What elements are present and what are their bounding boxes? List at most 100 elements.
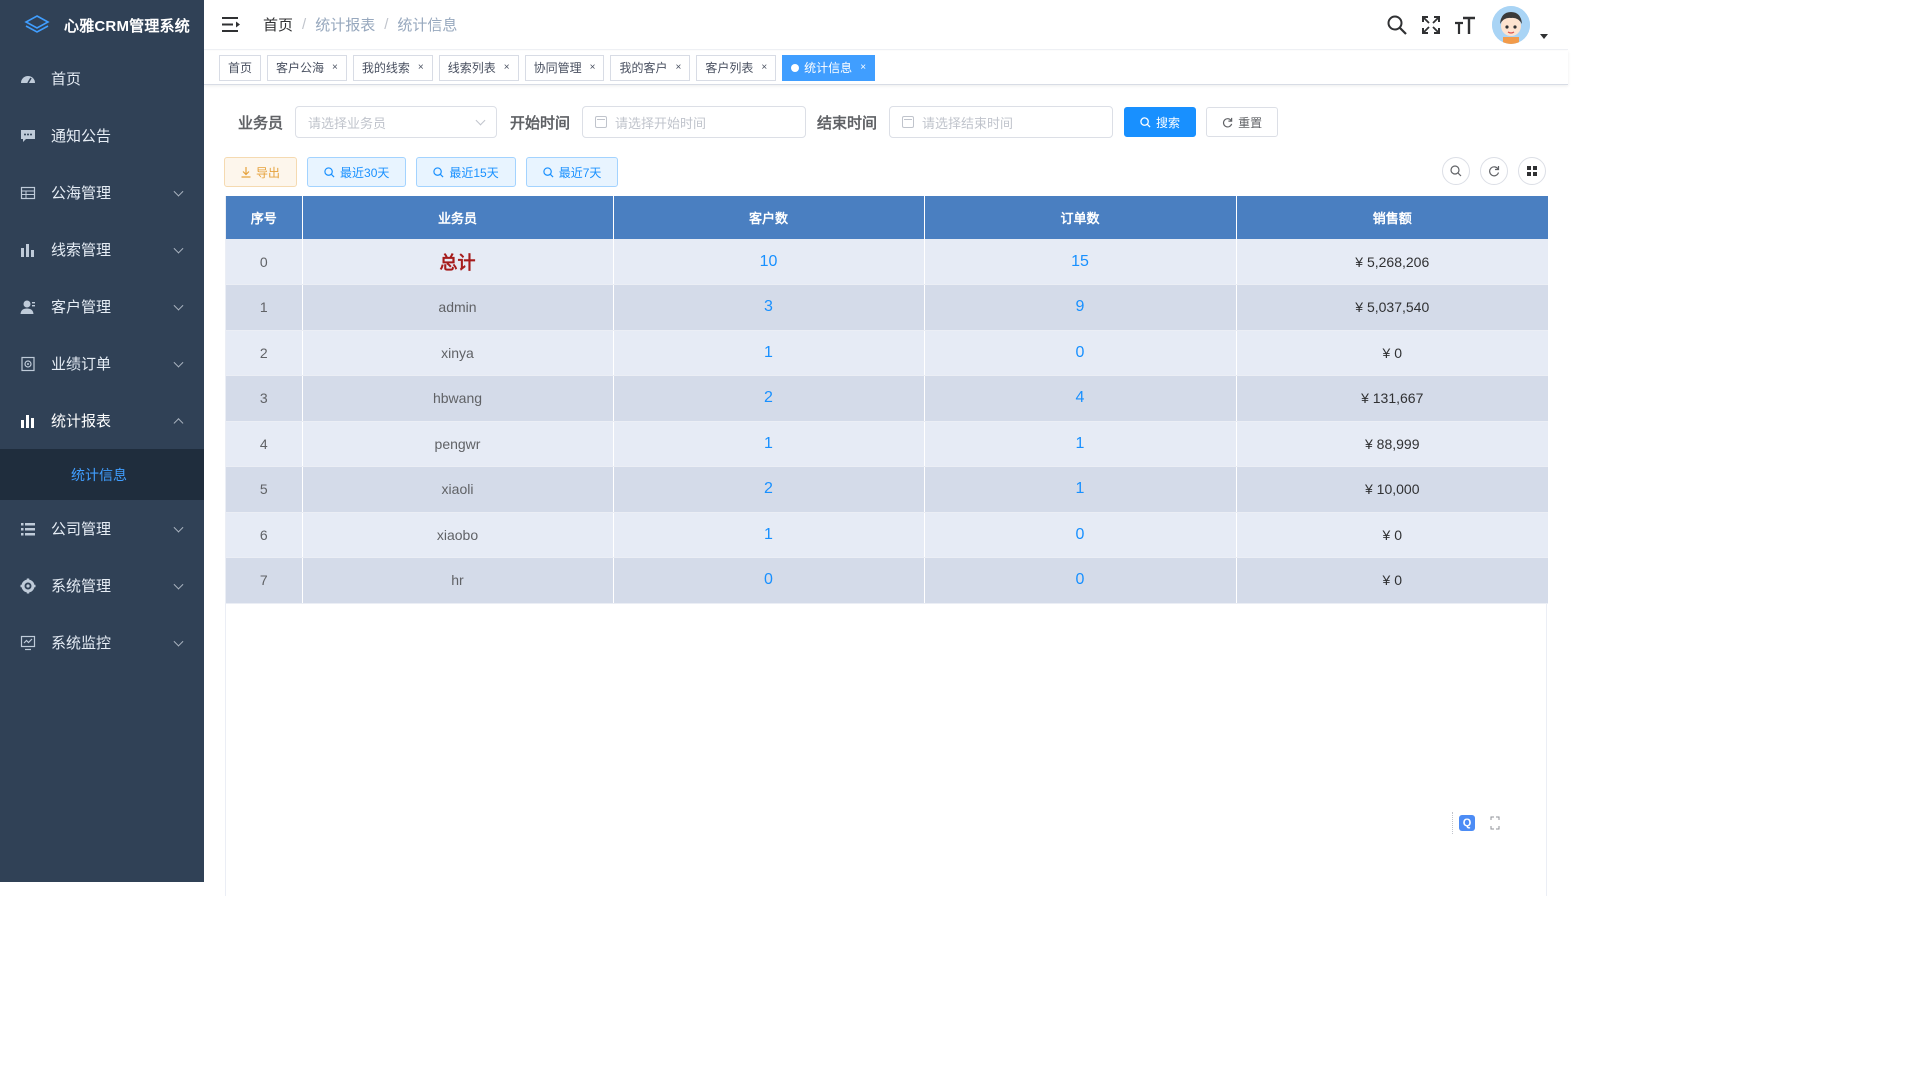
expand-icon[interactable] [1490,816,1500,830]
calendar-icon [902,116,915,128]
close-icon[interactable]: × [332,62,338,73]
cell-customers[interactable]: 1 [613,421,925,467]
columns-button[interactable] [1518,157,1546,185]
reset-button[interactable]: 重置 [1206,107,1279,137]
table-row[interactable]: 2 xinya 1 0 ¥ 0 [226,330,1548,376]
search-button[interactable]: 搜索 [1124,107,1197,137]
cell-orders[interactable]: 0 [924,330,1237,376]
cell-orders[interactable]: 1 [924,421,1237,467]
sidebar-item-label: 业绩订单 [51,356,112,373]
side-menu: 首页 通知公告 公海管理 线索管理 客户管理业绩订单统计报表 统计信息公司管理系统管理 系统… [0,50,204,671]
stats-table: 序号 业务员 客户数 订单数 销售额 0 总计 10 15 ¥ 5,268,206 1 ad… [225,196,1548,896]
font-size-icon[interactable] [1454,14,1476,36]
close-icon[interactable]: × [675,62,681,73]
brand[interactable]: 心雅CRM管理系统 [0,0,204,50]
toggle-search-button[interactable] [1442,157,1470,185]
sidebar-item-customers[interactable]: 客户管理 [0,278,204,335]
end-time-picker[interactable]: 请选择结束时间 [889,106,1114,138]
hamburger-icon[interactable] [221,17,241,33]
q-app-icon[interactable]: Q [1459,815,1475,831]
cell-customers[interactable]: 2 [613,375,925,422]
tab-4[interactable]: 协同管理 × [524,54,605,81]
cell-customers[interactable]: 1 [613,330,925,376]
column-customers[interactable]: 客户数 [613,196,925,239]
submenu-item-stats-info[interactable]: 统计信息 [0,449,204,500]
cell-customers[interactable]: 10 [613,239,925,285]
tab-7[interactable]: 统计信息 × [782,54,876,81]
column-index[interactable]: 序号 [226,196,303,239]
close-icon[interactable]: × [590,62,596,73]
column-orders[interactable]: 订单数 [924,196,1237,239]
cell-sales: ¥ 88,999 [1236,421,1548,467]
sidebar-item-reports[interactable]: 统计报表 [0,392,204,449]
tab-3[interactable]: 线索列表 × [438,54,519,81]
fullscreen-icon[interactable] [1420,14,1442,36]
avatar[interactable] [1492,6,1530,44]
chevron-down-icon [173,300,184,311]
cell-salesperson: xinya [302,330,614,376]
tab-1[interactable]: 客户公海 × [267,54,347,81]
sidebar-item-monitor[interactable]: 系统监控 [0,614,204,671]
start-time-picker[interactable]: 请选择开始时间 [582,106,807,138]
table-row[interactable]: 7 hr 0 0 ¥ 0 [226,557,1548,604]
floating-widget[interactable]: Q [1452,812,1500,834]
cell-salesperson: admin [302,284,614,331]
sidebar-item-home[interactable]: 首页 [0,50,204,107]
export-button-label: 导出 [256,165,281,180]
breadcrumb-home[interactable]: 首页 [263,14,293,35]
table-row[interactable]: 5 xiaoli 2 1 ¥ 10,000 [226,466,1548,513]
close-icon[interactable]: × [418,62,424,73]
order-icon [20,356,36,372]
tab-6[interactable]: 客户列表 × [696,54,777,81]
last-7-days-button[interactable]: 最近7天 [525,157,619,187]
filter-form: 业务员 请选择业务员 开始时间 请选择开始时间 结束时间 请选择结束时间 搜索 … [225,106,1279,138]
search-icon[interactable] [1386,14,1408,36]
table-row[interactable]: 0 总计 10 15 ¥ 5,268,206 [226,239,1548,285]
cell-orders[interactable]: 9 [924,284,1237,331]
cell-orders[interactable]: 4 [924,375,1237,422]
start-time-placeholder: 请选择开始时间 [615,115,707,131]
tab-label: 首页 [228,61,253,75]
last-15-days-button[interactable]: 最近15天 [416,157,516,187]
cell-customers[interactable]: 3 [613,284,925,331]
last-15-days-label: 最近15天 [449,165,499,180]
sidebar-item-orders[interactable]: 业绩订单 [0,335,204,392]
column-salesperson[interactable]: 业务员 [302,196,614,239]
table-row[interactable]: 6 xiaobo 1 0 ¥ 0 [226,512,1548,558]
cell-customers[interactable]: 1 [613,512,925,558]
close-icon[interactable]: × [761,62,767,73]
last-30-days-button[interactable]: 最近30天 [307,157,407,187]
salesperson-select[interactable]: 请选择业务员 [295,106,498,138]
sidebar-item-system[interactable]: 系统管理 [0,557,204,614]
tab-5[interactable]: 我的客户 × [610,54,691,81]
cell-orders[interactable]: 1 [924,466,1237,513]
table-row[interactable]: 1 admin 3 9 ¥ 5,037,540 [226,284,1548,331]
sidebar-item-label: 公司管理 [51,521,112,538]
sidebar-item-company[interactable]: 公司管理 [0,500,204,557]
search-button-label: 搜索 [1156,115,1181,130]
cell-index: 6 [226,512,303,558]
cell-index: 0 [226,239,303,285]
tab-0[interactable]: 首页 [219,54,262,81]
tab-2[interactable]: 我的线索 × [352,54,433,81]
cell-customers[interactable]: 0 [613,557,925,604]
caret-down-icon[interactable] [1540,33,1548,39]
cell-customers[interactable]: 2 [613,466,925,513]
sidebar-item-notice[interactable]: 通知公告 [0,107,204,164]
cell-orders[interactable]: 0 [924,512,1237,558]
chevron-down-icon [173,522,184,533]
table-row[interactable]: 3 hbwang 2 4 ¥ 131,667 [226,375,1548,422]
cell-orders[interactable]: 0 [924,557,1237,604]
close-icon[interactable]: × [504,62,510,73]
refresh-button[interactable] [1480,157,1508,185]
close-icon[interactable]: × [860,62,866,73]
table-row[interactable]: 4 pengwr 1 1 ¥ 88,999 [226,421,1548,467]
tab-label: 我的客户 [619,61,668,75]
search-icon [324,166,335,178]
cell-orders[interactable]: 15 [924,239,1237,285]
export-button[interactable]: 导出 [224,157,298,187]
column-sales[interactable]: 销售额 [1236,196,1548,239]
start-time-label: 开始时间 [510,114,571,132]
sidebar-item-leads[interactable]: 线索管理 [0,221,204,278]
sidebar-item-public-pool[interactable]: 公海管理 [0,164,204,221]
